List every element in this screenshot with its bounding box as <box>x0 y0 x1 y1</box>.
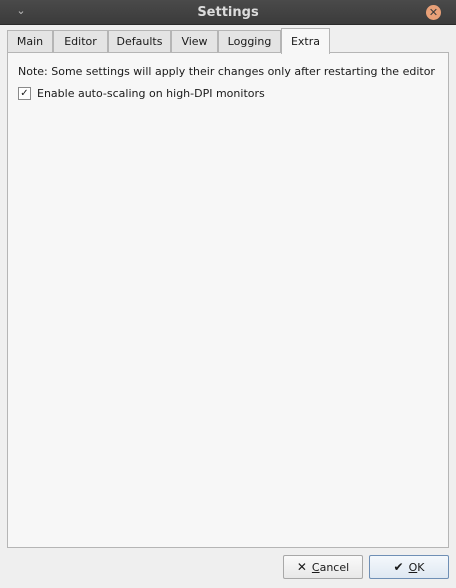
tab-bar: Main Editor Defaults View Logging Extra <box>7 28 449 54</box>
autoscale-label[interactable]: Enable auto-scaling on high-DPI monitors <box>37 87 265 100</box>
cancel-label: Cancel <box>311 560 350 574</box>
close-icon[interactable]: ✕ <box>426 5 441 20</box>
restart-note: Note: Some settings will apply their cha… <box>18 65 435 78</box>
tab-defaults[interactable]: Defaults <box>108 30 171 53</box>
checkmark-icon: ✔ <box>393 560 404 574</box>
x-icon: ✕ <box>296 560 307 574</box>
extra-settings-panel: Note: Some settings will apply their cha… <box>7 52 449 548</box>
window-title: Settings <box>197 5 259 20</box>
autoscale-checkbox[interactable]: ✓ <box>18 87 31 100</box>
tab-logging[interactable]: Logging <box>218 30 281 53</box>
ok-button[interactable]: ✔ OK <box>369 555 449 579</box>
title-bar[interactable]: ⌄ Settings ✕ <box>0 0 456 25</box>
tab-view[interactable]: View <box>171 30 218 53</box>
autoscale-option[interactable]: ✓ Enable auto-scaling on high-DPI monito… <box>18 86 265 101</box>
tab-editor[interactable]: Editor <box>53 30 108 53</box>
cancel-button[interactable]: ✕ Cancel <box>283 555 363 579</box>
tab-main[interactable]: Main <box>7 30 53 53</box>
tab-extra[interactable]: Extra <box>281 28 330 54</box>
ok-label: OK <box>408 560 425 574</box>
